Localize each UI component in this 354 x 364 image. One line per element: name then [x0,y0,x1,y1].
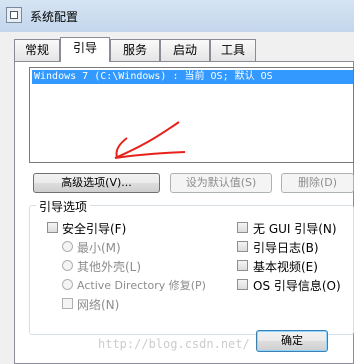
app-icon [6,7,22,23]
tab-startup[interactable]: 启动 [160,39,210,61]
os-boot-info-label: OS 引导信息(O) [253,279,341,293]
title-bar: 系统配置 [0,0,354,32]
os-list-item[interactable]: Windows 7 (C:\Windows) : 当前 OS; 默认 OS [32,70,353,84]
tab-services[interactable]: 服务 [110,39,160,61]
ok-button[interactable]: 确定 [256,330,328,352]
network-label: 网络(N) [77,298,120,312]
advanced-options-button[interactable]: 高级选项(V)... [33,173,160,193]
network-checkbox[interactable] [62,298,73,309]
base-video-checkbox[interactable] [237,260,248,271]
safe-boot-label: 安全引导(F) [62,222,127,236]
tab-boot[interactable]: 引导 [60,37,110,62]
os-boot-info-checkbox[interactable] [237,279,248,290]
alternate-shell-label: 其他外壳(L) [77,260,142,274]
set-default-button[interactable]: 设为默认值(S) [170,173,272,193]
tab-general[interactable]: 常规 [14,39,60,61]
window-title: 系统配置 [30,10,79,24]
boot-options-label: 引导选项 [36,198,91,215]
minimal-label: 最小(M) [77,241,121,255]
no-gui-boot-checkbox[interactable] [237,222,248,233]
ad-repair-radio[interactable] [62,279,73,290]
no-gui-boot-label: 无 GUI 引导(N) [253,222,337,236]
boot-log-checkbox[interactable] [237,241,248,252]
delete-button[interactable]: 删除(D) [281,173,354,193]
red-arrow-annotation [114,121,186,159]
minimal-radio[interactable] [62,241,73,252]
boot-log-label: 引导日志(B) [253,241,319,255]
ad-repair-label: Active Directory 修复(P) [77,279,206,292]
tab-tools[interactable]: 工具 [210,39,256,61]
watermark-text: http://blog.csdn.net/ [98,337,250,351]
alternate-shell-radio[interactable] [62,260,73,271]
base-video-label: 基本视频(E) [253,260,318,274]
safe-boot-checkbox[interactable] [47,222,58,233]
